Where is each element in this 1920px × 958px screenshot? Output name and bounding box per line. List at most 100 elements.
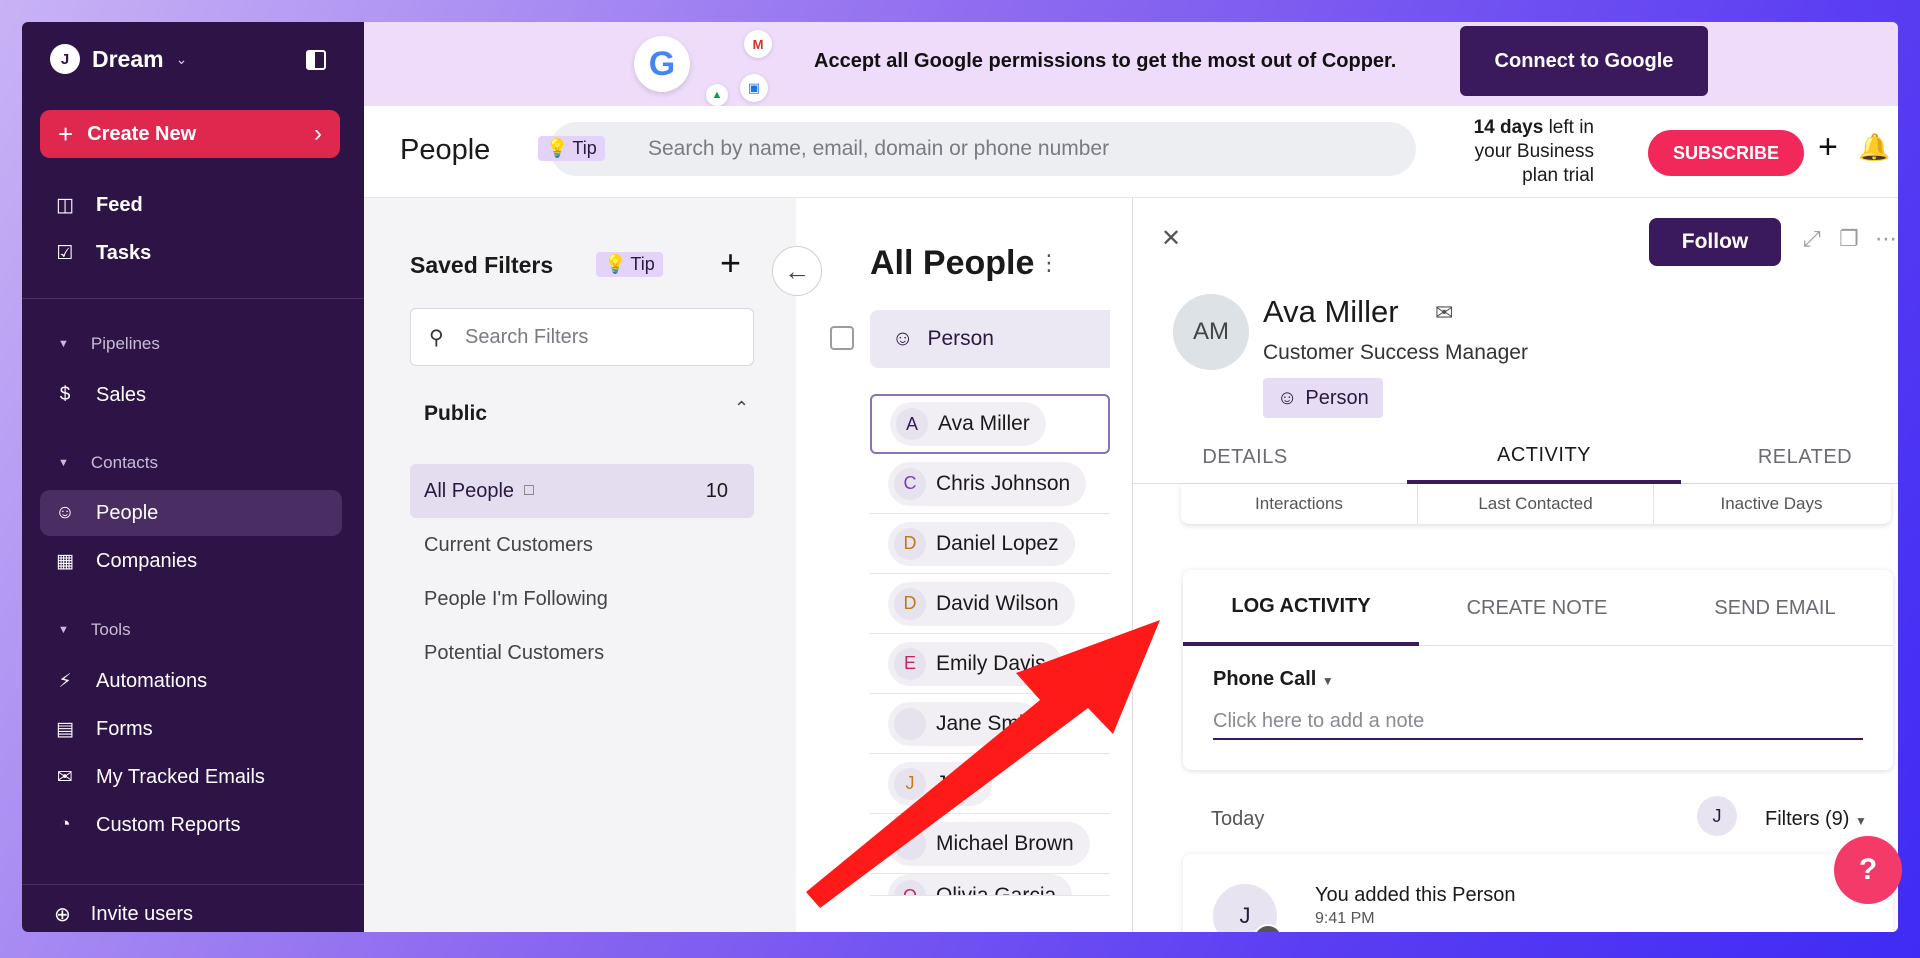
tab-create-note[interactable]: CREATE NOTE	[1419, 570, 1655, 646]
trial-days: 14 days	[1473, 117, 1544, 138]
sidebar-item-automations[interactable]: ⚡ Automations	[40, 658, 342, 704]
table-row[interactable]: Michael Brown	[870, 814, 1110, 874]
trial-text: plan trial	[1522, 165, 1594, 186]
subscribe-button[interactable]: SUBSCRIBE	[1648, 130, 1804, 176]
filter-search-input[interactable]: ⚲ Search Filters	[410, 308, 754, 366]
more-icon[interactable]: ⋯	[1875, 226, 1897, 252]
feed-filters-button[interactable]: Filters (9) ▼	[1765, 808, 1867, 831]
dollar-icon: $	[59, 384, 71, 405]
tab-activity[interactable]: ACTIVITY	[1407, 430, 1681, 484]
sidebar-item-custom-reports[interactable]: ◔ Custom Reports	[40, 802, 342, 848]
add-filter-button[interactable]: +	[720, 242, 741, 284]
arrow-left-icon[interactable]: ←	[772, 246, 822, 296]
table-row[interactable]: E Emily Davis	[870, 634, 1110, 694]
google-banner: G M ▣ ▲ Accept all Google permissions to…	[364, 22, 1898, 106]
bookmark-icon[interactable]: □	[524, 482, 534, 500]
bulb-icon: 💡	[546, 138, 569, 158]
sidebar-item-companies[interactable]: ▦ Companies	[40, 538, 342, 584]
invite-users-button[interactable]: ⊕ Invite users	[54, 902, 193, 927]
feed-item[interactable]: J ☺ You added this Person 9:41 PM	[1183, 854, 1893, 932]
plus-icon[interactable]: +	[1818, 128, 1838, 167]
pie-chart-icon: ◔	[59, 814, 71, 835]
section-contacts[interactable]: ▼ Contacts	[58, 453, 158, 473]
sidebar-item-sales[interactable]: $ Sales	[40, 372, 342, 418]
section-pipelines[interactable]: ▼ Pipelines	[58, 334, 160, 354]
filters-label: Filters (9)	[1765, 808, 1850, 830]
person-chip[interactable]: J J oe	[888, 761, 992, 806]
bulb-icon: 💡	[604, 254, 627, 274]
note-input[interactable]	[1213, 704, 1863, 740]
feed-date-header: Today	[1211, 808, 1265, 830]
workspace-switcher[interactable]: J Dream ⌄	[50, 44, 187, 74]
tab-log-activity[interactable]: LOG ACTIVITY	[1183, 570, 1419, 646]
tab-related[interactable]: RELATED	[1711, 430, 1898, 484]
tip-badge[interactable]: 💡 Tip	[538, 136, 605, 161]
table-row[interactable]: Jane Smi	[870, 694, 1110, 754]
sidebar-item-people[interactable]: ☺ People	[40, 490, 342, 536]
plus-icon: +	[58, 118, 74, 149]
table-row[interactable]: D Daniel Lopez	[870, 514, 1110, 574]
column-label: Person	[927, 327, 994, 350]
person-chip[interactable]: E Emily Davis	[888, 641, 1062, 686]
sidebar-item-feed[interactable]: ◫ Feed	[40, 182, 342, 228]
person-name: Olivia Garcia	[936, 884, 1057, 896]
person-avatar: AM	[1173, 294, 1249, 370]
person-chip[interactable]: Michael Brown	[888, 821, 1090, 866]
person-name: J oe	[936, 771, 976, 795]
chevron-right-icon: ›	[314, 120, 322, 147]
person-chip[interactable]: A Ava Miller	[890, 402, 1046, 446]
close-icon[interactable]: ✕	[1161, 224, 1181, 253]
person-column-header[interactable]: ☺ Person	[870, 310, 1110, 368]
activity-type-select[interactable]: Phone Call ▼	[1213, 668, 1334, 691]
copy-icon[interactable]: ❐	[1839, 226, 1859, 252]
section-tools[interactable]: ▼ Tools	[58, 620, 131, 640]
filter-item-potential-customers[interactable]: Potential Customers	[410, 626, 754, 680]
expand-icon[interactable]: ⤢	[1803, 226, 1821, 252]
table-row[interactable]: D David Wilson	[870, 574, 1110, 634]
banner-text: Accept all Google permissions to get the…	[814, 50, 1397, 72]
filter-item-current-customers[interactable]: Current Customers	[410, 518, 754, 572]
public-section-header[interactable]: Public	[424, 402, 487, 426]
table-row[interactable]: A Ava Miller	[870, 394, 1110, 454]
google-logo: G	[634, 36, 690, 92]
tab-send-email[interactable]: SEND EMAIL	[1657, 570, 1893, 646]
mail-icon[interactable]: ✉	[1435, 300, 1453, 326]
trial-text: your Business	[1474, 141, 1594, 162]
sidebar-item-tracked-emails[interactable]: ✉ My Tracked Emails	[40, 754, 342, 800]
chevron-up-icon[interactable]: ⌃	[734, 398, 749, 419]
help-icon[interactable]: ?	[1834, 836, 1902, 904]
person-name: Jane Smi	[936, 711, 1024, 735]
more-icon[interactable]: ⋮	[1038, 250, 1060, 276]
sidebar-item-label: Sales	[96, 383, 147, 406]
table-row[interactable]: C Chris Johnson	[870, 454, 1110, 514]
select-all-checkbox[interactable]	[830, 326, 854, 350]
activity-type-label: Phone Call	[1213, 668, 1317, 690]
filter-item-following[interactable]: People I'm Following	[410, 572, 754, 626]
bell-icon[interactable]: 🔔	[1858, 132, 1890, 163]
section-label: Contacts	[90, 453, 158, 472]
person-chip[interactable]: D Daniel Lopez	[888, 521, 1075, 566]
global-search-input[interactable]: ⚲ Search by name, email, domain or phone…	[550, 122, 1416, 176]
sidebar-item-tasks[interactable]: ☑ Tasks	[40, 230, 342, 276]
tab-details[interactable]: DETAILS	[1133, 430, 1357, 484]
trial-text: left in	[1543, 117, 1594, 138]
table-row[interactable]: O Olivia Garcia	[870, 874, 1110, 896]
person-chip[interactable]: Jane Smi	[888, 701, 1040, 746]
person-chip[interactable]: O Olivia Garcia	[888, 874, 1073, 896]
create-new-button[interactable]: + Create New ›	[40, 110, 340, 158]
sidebar-item-forms[interactable]: ▤ Forms	[40, 706, 342, 752]
filter-item-all-people[interactable]: All People □ 10	[410, 464, 754, 518]
clipboard-icon: ▤	[56, 718, 74, 740]
avatar: E	[894, 647, 926, 680]
caret-down-icon: ▼	[1855, 814, 1867, 828]
trial-notice: 14 days left in your Business plan trial	[1422, 116, 1594, 188]
tip-badge[interactable]: 💡 Tip	[596, 252, 663, 277]
person-chip[interactable]: C Chris Johnson	[888, 461, 1087, 506]
follow-button[interactable]: Follow	[1649, 218, 1781, 266]
table-row[interactable]: J J oe	[870, 754, 1110, 814]
connect-google-button[interactable]: Connect to Google	[1460, 26, 1708, 96]
person-chip[interactable]: D David Wilson	[888, 581, 1075, 626]
filter-label: People I'm Following	[424, 587, 608, 610]
user-filter-avatar[interactable]: J	[1697, 796, 1737, 836]
sidebar-toggle-icon[interactable]	[306, 50, 326, 70]
